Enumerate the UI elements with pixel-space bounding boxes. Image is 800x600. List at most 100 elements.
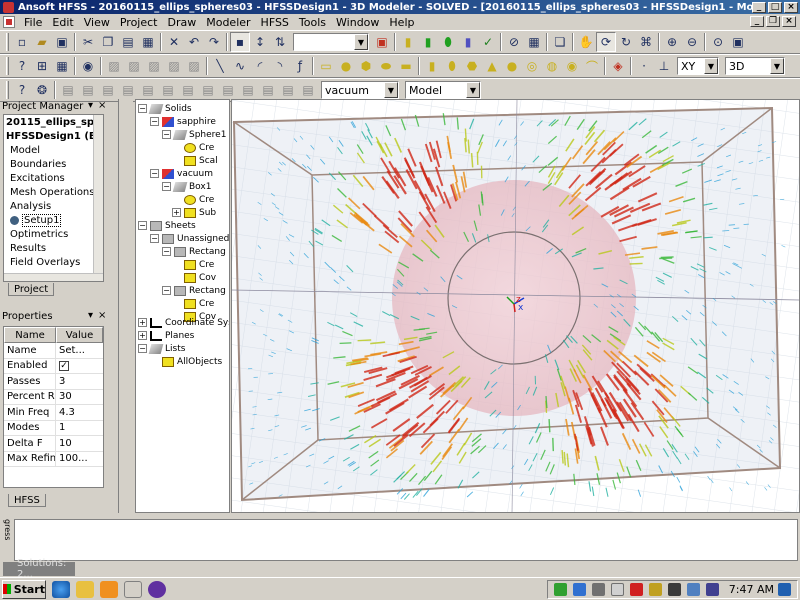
- prop-row[interactable]: Enabled ✓: [4, 358, 103, 374]
- mdi-minimize-button[interactable]: _: [750, 16, 764, 27]
- draw-torus-icon[interactable]: ◎: [522, 56, 542, 76]
- tray-icon-2[interactable]: [572, 583, 586, 596]
- prop-row[interactable]: Passes 3: [4, 374, 103, 390]
- message-window[interactable]: [14, 519, 798, 561]
- draw-spiral-icon[interactable]: ◉: [562, 56, 582, 76]
- pin-icon[interactable]: ▾: [88, 100, 93, 111]
- tree-node-allobjects[interactable]: AllObjects: [162, 355, 222, 368]
- validate-icon[interactable]: ⊘: [504, 32, 524, 52]
- tree-item-model[interactable]: Model: [6, 143, 103, 157]
- redo-icon[interactable]: ↷: [204, 32, 224, 52]
- tray-icon-10[interactable]: [778, 583, 791, 596]
- tray-icon-1[interactable]: [553, 583, 567, 596]
- paste-icon[interactable]: ▤: [118, 32, 138, 52]
- intersect-icon[interactable]: ▤: [98, 80, 118, 100]
- draw-arc-icon[interactable]: ◜: [250, 56, 270, 76]
- project-tree-scrollbar[interactable]: [93, 115, 103, 281]
- maximize-button[interactable]: □: [768, 1, 782, 13]
- tree-node-box1[interactable]: − Box1: [162, 180, 211, 193]
- results-icon[interactable]: ▦: [524, 32, 544, 52]
- tray-icon-6[interactable]: [648, 583, 662, 596]
- tree-node-coordinate-systems[interactable]: + Coordinate Syst: [138, 316, 229, 329]
- save-icon[interactable]: ▣: [52, 32, 72, 52]
- zoom-in-icon[interactable]: ⊕: [662, 32, 682, 52]
- materials-icon[interactable]: ▮: [398, 32, 418, 52]
- menu-edit[interactable]: Edit: [47, 16, 78, 29]
- mdi-close-button[interactable]: ×: [782, 16, 796, 27]
- select-object-icon[interactable]: ▪: [230, 32, 250, 52]
- start-button[interactable]: Start: [2, 579, 46, 599]
- model-combo[interactable]: Model ▼: [405, 81, 481, 99]
- ortho-icon[interactable]: ▦: [52, 56, 72, 76]
- zoom-out-icon[interactable]: ⊖: [682, 32, 702, 52]
- prop-row[interactable]: Modes 1: [4, 420, 103, 436]
- prop-row[interactable]: Min Freq 4.3: [4, 405, 103, 421]
- boundary-icon[interactable]: ▮: [418, 32, 438, 52]
- prop-row[interactable]: Percent R...30: [4, 389, 103, 405]
- draw-sphere-icon[interactable]: ●: [502, 56, 522, 76]
- tree-node-create[interactable]: Cre: [184, 258, 214, 271]
- internet-explorer-icon[interactable]: [52, 580, 70, 598]
- minimize-button[interactable]: _: [752, 1, 766, 13]
- pan-icon[interactable]: ✋: [576, 32, 596, 52]
- tree-node-cover[interactable]: Cov: [184, 271, 216, 284]
- shade-icon-1[interactable]: ▨: [104, 56, 124, 76]
- copy-icon[interactable]: ❐: [98, 32, 118, 52]
- draw-equation-icon[interactable]: ƒ: [290, 56, 310, 76]
- tree-node-planes[interactable]: + Planes: [138, 329, 194, 342]
- draw-rectangle-icon[interactable]: ▭: [316, 56, 336, 76]
- draw-bondwire-icon[interactable]: ⌒: [582, 56, 602, 76]
- move-icon[interactable]: ↕: [250, 32, 270, 52]
- design-node[interactable]: HFSSDesign1 (Eige: [6, 129, 103, 143]
- tree-node-create[interactable]: Cre: [184, 297, 214, 310]
- tree-node-vacuum[interactable]: − vacuum: [150, 167, 213, 180]
- rotate-view-icon[interactable]: ↻: [616, 32, 636, 52]
- unite-icon[interactable]: ▤: [58, 80, 78, 100]
- draw-box-icon[interactable]: ▮: [422, 56, 442, 76]
- shade-icon-3[interactable]: ▨: [144, 56, 164, 76]
- close-button[interactable]: ×: [784, 1, 798, 13]
- dimension-combo[interactable]: 3D ▼: [725, 57, 785, 75]
- menu-window[interactable]: Window: [331, 16, 384, 29]
- acrobat-icon[interactable]: [629, 583, 643, 596]
- tree-node-lists[interactable]: − Lists: [138, 342, 185, 355]
- tree-node-rectangle[interactable]: − Rectang: [162, 245, 226, 258]
- tree-node-sheets[interactable]: − Sheets: [138, 219, 196, 232]
- undo-icon[interactable]: ↶: [184, 32, 204, 52]
- tree-node-sphere1[interactable]: − Sphere1: [162, 128, 226, 141]
- close-props-icon[interactable]: ×: [98, 310, 106, 321]
- fit-all-icon[interactable]: ⊙: [708, 32, 728, 52]
- tree-item-setup1[interactable]: Setup1: [6, 213, 103, 227]
- section-icon[interactable]: ▤: [278, 80, 298, 100]
- draw-sheet-icon[interactable]: ▬: [396, 56, 416, 76]
- col-value-header[interactable]: Value: [56, 327, 103, 343]
- cover-icon[interactable]: ▤: [218, 80, 238, 100]
- subtract-icon[interactable]: ▤: [78, 80, 98, 100]
- uncover-icon[interactable]: ▤: [238, 80, 258, 100]
- grid-icon[interactable]: ⊞: [32, 56, 52, 76]
- menu-file[interactable]: File: [19, 16, 47, 29]
- pin-icon-props[interactable]: ▾: [88, 310, 93, 321]
- modeler-viewport[interactable]: z x: [231, 99, 800, 513]
- material-combo[interactable]: vacuum ▼: [321, 81, 399, 99]
- tree-node-create[interactable]: Cre: [184, 141, 214, 154]
- tree-item-boundaries[interactable]: Boundaries: [6, 157, 103, 171]
- menu-project[interactable]: Project: [115, 16, 163, 29]
- tray-icon-9[interactable]: [705, 583, 719, 596]
- excitation-icon[interactable]: ⬮: [438, 32, 458, 52]
- prop-row[interactable]: Delta F 10: [4, 436, 103, 452]
- prop-row[interactable]: Name Set...: [4, 343, 103, 359]
- selection-combo[interactable]: ▼: [293, 33, 369, 51]
- project-node[interactable]: 20115_ellips_sphe: [6, 115, 103, 129]
- tree-node-unassigned[interactable]: − Unassigned: [150, 232, 229, 245]
- draw-regular-polyhedron-icon[interactable]: ⬣: [462, 56, 482, 76]
- project-tree-hscrollbar[interactable]: [4, 273, 103, 281]
- tree-node-create[interactable]: Cre: [184, 193, 214, 206]
- tray-icon-7[interactable]: [667, 583, 681, 596]
- volume-icon[interactable]: [610, 583, 624, 596]
- draw-cylinder-icon[interactable]: ⬮: [442, 56, 462, 76]
- plane-combo[interactable]: XY ▼: [677, 57, 719, 75]
- cut-icon[interactable]: ✂: [78, 32, 98, 52]
- shade-icon-5[interactable]: ▨: [184, 56, 204, 76]
- folder-icon[interactable]: [76, 580, 94, 598]
